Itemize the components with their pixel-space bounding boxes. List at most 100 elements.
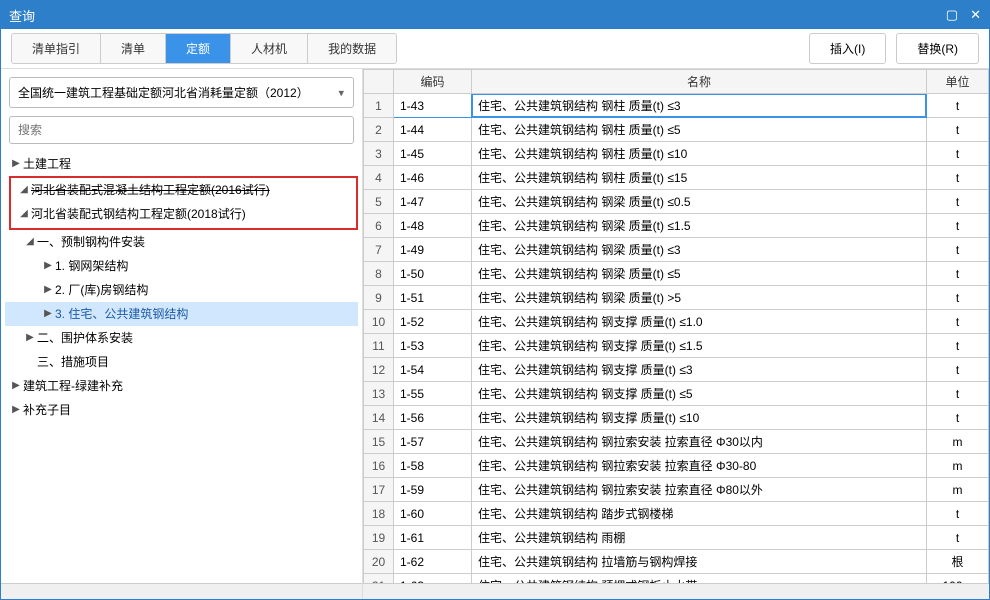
cell-name[interactable]: 住宅、公共建筑钢结构 钢柱 质量(t) ≤10 bbox=[472, 142, 927, 166]
table-row[interactable]: 81-50住宅、公共建筑钢结构 钢梁 质量(t) ≤5t bbox=[364, 262, 989, 286]
cell-code[interactable]: 1-46 bbox=[394, 166, 472, 190]
tree-toggle-icon[interactable]: ◢ bbox=[19, 181, 29, 199]
table-row[interactable]: 181-60住宅、公共建筑钢结构 踏步式钢楼梯t bbox=[364, 502, 989, 526]
table-row[interactable]: 31-45住宅、公共建筑钢结构 钢柱 质量(t) ≤10t bbox=[364, 142, 989, 166]
tree-node-8[interactable]: 三、措施项目 bbox=[5, 350, 358, 374]
tree-toggle-icon[interactable]: ▶ bbox=[43, 257, 53, 275]
table-row[interactable]: 51-47住宅、公共建筑钢结构 钢梁 质量(t) ≤0.5t bbox=[364, 190, 989, 214]
cell-code[interactable]: 1-51 bbox=[394, 286, 472, 310]
cell-name[interactable]: 住宅、公共建筑钢结构 钢柱 质量(t) ≤15 bbox=[472, 166, 927, 190]
insert-button[interactable]: 插入(I) bbox=[809, 33, 886, 64]
cell-code[interactable]: 1-43 bbox=[394, 94, 472, 118]
norm-dropdown[interactable]: 全国统一建筑工程基础定额河北省消耗量定额（2012） bbox=[9, 77, 354, 108]
table-row[interactable]: 141-56住宅、公共建筑钢结构 钢支撑 质量(t) ≤10t bbox=[364, 406, 989, 430]
cell-code[interactable]: 1-53 bbox=[394, 334, 472, 358]
cell-code[interactable]: 1-59 bbox=[394, 478, 472, 502]
table-row[interactable]: 61-48住宅、公共建筑钢结构 钢梁 质量(t) ≤1.5t bbox=[364, 214, 989, 238]
tree-node-0[interactable]: ▶土建工程 bbox=[5, 152, 358, 176]
minimize-icon[interactable]: ▢ bbox=[946, 7, 958, 23]
cell-name[interactable]: 住宅、公共建筑钢结构 踏步式钢楼梯 bbox=[472, 502, 927, 526]
replace-button[interactable]: 替换(R) bbox=[896, 33, 979, 64]
cell-name[interactable]: 住宅、公共建筑钢结构 钢梁 质量(t) >5 bbox=[472, 286, 927, 310]
cell-name[interactable]: 住宅、公共建筑钢结构 钢梁 质量(t) ≤1.5 bbox=[472, 214, 927, 238]
tab-4[interactable]: 我的数据 bbox=[308, 34, 396, 63]
left-scrollbar-x[interactable] bbox=[1, 583, 362, 599]
cell-code[interactable]: 1-54 bbox=[394, 358, 472, 382]
col-name[interactable]: 名称 bbox=[472, 70, 927, 94]
tab-0[interactable]: 清单指引 bbox=[12, 34, 101, 63]
search-input[interactable] bbox=[9, 116, 354, 144]
table-row[interactable]: 11-43住宅、公共建筑钢结构 钢柱 质量(t) ≤3t bbox=[364, 94, 989, 118]
cell-name[interactable]: 住宅、公共建筑钢结构 钢支撑 质量(t) ≤1.0 bbox=[472, 310, 927, 334]
cell-code[interactable]: 1-49 bbox=[394, 238, 472, 262]
cell-name[interactable]: 住宅、公共建筑钢结构 钢梁 质量(t) ≤0.5 bbox=[472, 190, 927, 214]
table-scrollbar-x[interactable] bbox=[363, 583, 989, 599]
tree-node-2[interactable]: ◢河北省装配式钢结构工程定额(2018试行) bbox=[13, 202, 354, 226]
table-row[interactable]: 191-61住宅、公共建筑钢结构 雨棚t bbox=[364, 526, 989, 550]
tree-toggle-icon[interactable]: ▶ bbox=[25, 329, 35, 347]
table-row[interactable]: 21-44住宅、公共建筑钢结构 钢柱 质量(t) ≤5t bbox=[364, 118, 989, 142]
cell-name[interactable]: 住宅、公共建筑钢结构 钢柱 质量(t) ≤3 bbox=[472, 94, 927, 118]
tree-node-4[interactable]: ▶1. 钢网架结构 bbox=[5, 254, 358, 278]
cell-code[interactable]: 1-61 bbox=[394, 526, 472, 550]
cell-name[interactable]: 住宅、公共建筑钢结构 钢梁 质量(t) ≤5 bbox=[472, 262, 927, 286]
tree-node-7[interactable]: ▶二、围护体系安装 bbox=[5, 326, 358, 350]
tree-node-6[interactable]: ▶3. 住宅、公共建筑钢结构 bbox=[5, 302, 358, 326]
col-code[interactable]: 编码 bbox=[394, 70, 472, 94]
table-row[interactable]: 41-46住宅、公共建筑钢结构 钢柱 质量(t) ≤15t bbox=[364, 166, 989, 190]
tree-toggle-icon[interactable]: ▶ bbox=[43, 305, 53, 323]
cell-code[interactable]: 1-58 bbox=[394, 454, 472, 478]
table-row[interactable]: 71-49住宅、公共建筑钢结构 钢梁 质量(t) ≤3t bbox=[364, 238, 989, 262]
cell-code[interactable]: 1-50 bbox=[394, 262, 472, 286]
cell-name[interactable]: 住宅、公共建筑钢结构 钢拉索安装 拉索直径 Φ30以内 bbox=[472, 430, 927, 454]
items-table-wrap[interactable]: 编码 名称 单位 11-43住宅、公共建筑钢结构 钢柱 质量(t) ≤3t21-… bbox=[363, 69, 989, 583]
tree-node-5[interactable]: ▶2. 厂(库)房钢结构 bbox=[5, 278, 358, 302]
table-row[interactable]: 201-62住宅、公共建筑钢结构 拉墙筋与钢构焊接根 bbox=[364, 550, 989, 574]
tree-toggle-icon[interactable]: ◢ bbox=[25, 233, 35, 251]
table-row[interactable]: 161-58住宅、公共建筑钢结构 钢拉索安装 拉索直径 Φ30-80m bbox=[364, 454, 989, 478]
tab-2[interactable]: 定额 bbox=[166, 34, 231, 63]
cell-code[interactable]: 1-62 bbox=[394, 550, 472, 574]
cell-code[interactable]: 1-44 bbox=[394, 118, 472, 142]
cell-name[interactable]: 住宅、公共建筑钢结构 钢支撑 质量(t) ≤5 bbox=[472, 382, 927, 406]
cell-code[interactable]: 1-57 bbox=[394, 430, 472, 454]
table-row[interactable]: 121-54住宅、公共建筑钢结构 钢支撑 质量(t) ≤3t bbox=[364, 358, 989, 382]
cell-name[interactable]: 住宅、公共建筑钢结构 钢拉索安装 拉索直径 Φ80以外 bbox=[472, 478, 927, 502]
tree-node-10[interactable]: ▶补充子目 bbox=[5, 398, 358, 422]
tab-3[interactable]: 人材机 bbox=[231, 34, 308, 63]
cell-code[interactable]: 1-56 bbox=[394, 406, 472, 430]
tree-toggle-icon[interactable]: ▶ bbox=[43, 281, 53, 299]
cell-name[interactable]: 住宅、公共建筑钢结构 钢支撑 质量(t) ≤3 bbox=[472, 358, 927, 382]
tree-toggle-icon[interactable]: ▶ bbox=[11, 401, 21, 419]
tab-1[interactable]: 清单 bbox=[101, 34, 166, 63]
table-row[interactable]: 91-51住宅、公共建筑钢结构 钢梁 质量(t) >5t bbox=[364, 286, 989, 310]
tree-node-3[interactable]: ◢一、预制钢构件安装 bbox=[5, 230, 358, 254]
table-row[interactable]: 111-53住宅、公共建筑钢结构 钢支撑 质量(t) ≤1.5t bbox=[364, 334, 989, 358]
tree-node-9[interactable]: ▶建筑工程-绿建补充 bbox=[5, 374, 358, 398]
cell-name[interactable]: 住宅、公共建筑钢结构 雨棚 bbox=[472, 526, 927, 550]
cell-name[interactable]: 住宅、公共建筑钢结构 钢支撑 质量(t) ≤1.5 bbox=[472, 334, 927, 358]
tree-toggle-icon[interactable]: ▶ bbox=[11, 155, 21, 173]
col-rownum[interactable] bbox=[364, 70, 394, 94]
cell-code[interactable]: 1-55 bbox=[394, 382, 472, 406]
table-row[interactable]: 211-63住宅、公共建筑钢结构 预埋式钢板止水带100m bbox=[364, 574, 989, 584]
cell-code[interactable]: 1-52 bbox=[394, 310, 472, 334]
table-row[interactable]: 131-55住宅、公共建筑钢结构 钢支撑 质量(t) ≤5t bbox=[364, 382, 989, 406]
table-row[interactable]: 101-52住宅、公共建筑钢结构 钢支撑 质量(t) ≤1.0t bbox=[364, 310, 989, 334]
tree-toggle-icon[interactable]: ▶ bbox=[11, 377, 21, 395]
cell-code[interactable]: 1-48 bbox=[394, 214, 472, 238]
tree-node-1[interactable]: ◢河北省装配式混凝土结构工程定额(2016试行) bbox=[13, 178, 354, 202]
cell-name[interactable]: 住宅、公共建筑钢结构 预埋式钢板止水带 bbox=[472, 574, 927, 584]
table-row[interactable]: 151-57住宅、公共建筑钢结构 钢拉索安装 拉索直径 Φ30以内m bbox=[364, 430, 989, 454]
cell-code[interactable]: 1-45 bbox=[394, 142, 472, 166]
close-icon[interactable]: ✕ bbox=[970, 7, 981, 23]
table-row[interactable]: 171-59住宅、公共建筑钢结构 钢拉索安装 拉索直径 Φ80以外m bbox=[364, 478, 989, 502]
tree-toggle-icon[interactable]: ◢ bbox=[19, 205, 29, 223]
cell-name[interactable]: 住宅、公共建筑钢结构 钢柱 质量(t) ≤5 bbox=[472, 118, 927, 142]
cell-code[interactable]: 1-60 bbox=[394, 502, 472, 526]
cell-name[interactable]: 住宅、公共建筑钢结构 钢支撑 质量(t) ≤10 bbox=[472, 406, 927, 430]
col-unit[interactable]: 单位 bbox=[927, 70, 989, 94]
cell-name[interactable]: 住宅、公共建筑钢结构 钢拉索安装 拉索直径 Φ30-80 bbox=[472, 454, 927, 478]
cell-name[interactable]: 住宅、公共建筑钢结构 拉墙筋与钢构焊接 bbox=[472, 550, 927, 574]
cell-code[interactable]: 1-63 bbox=[394, 574, 472, 584]
